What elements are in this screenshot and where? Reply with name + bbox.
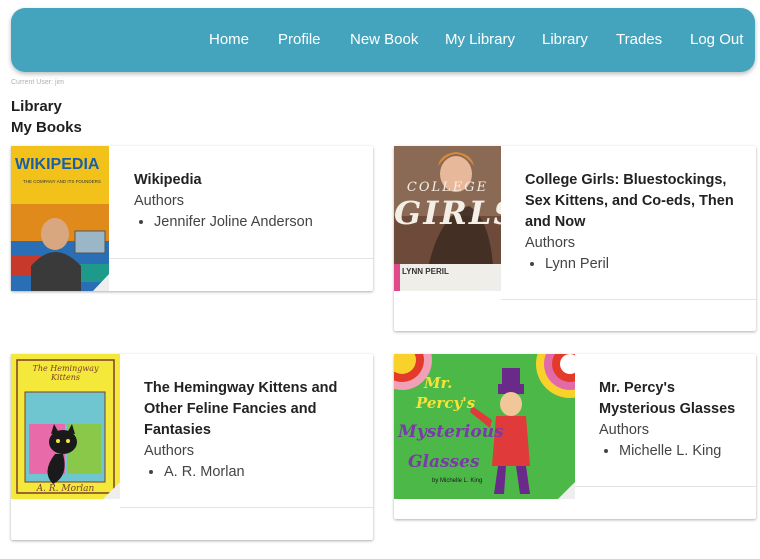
cover-title-line1: COLLEGE <box>406 180 489 195</box>
cover-title-line2: GIRLS <box>394 194 501 232</box>
cover-title-line3: Mysterious <box>398 422 504 442</box>
page-title: Library <box>11 98 62 115</box>
book-cover-image: COLLEGE GIRLS LYNN PERIL <box>394 146 501 291</box>
authors-label: Authors <box>134 193 184 209</box>
nav-library-link[interactable]: Library <box>542 8 588 72</box>
book-info: The Hemingway Kittens and Other Feline F… <box>144 378 366 483</box>
author-item: Michelle L. King <box>619 441 749 462</box>
cover-author-text: A. R. Morlan <box>36 484 95 494</box>
cover-subtitle-text: THE COMPANY AND ITS FOUNDERS <box>23 179 101 184</box>
nav-home-link[interactable]: Home <box>209 8 249 72</box>
authors-label: Authors <box>144 443 194 459</box>
cover-author-text: LYNN PERIL <box>402 267 449 276</box>
nav-logout-link[interactable]: Log Out <box>690 8 743 72</box>
card-divider <box>575 486 756 487</box>
card-divider <box>109 258 373 259</box>
book-card-college-girls[interactable]: COLLEGE GIRLS LYNN PERIL College Girls: … <box>394 146 756 331</box>
book-info: Mr. Percy's Mysterious Glasses Authors M… <box>599 378 749 462</box>
cover-title-line1: Mr. <box>424 374 453 392</box>
authors-label: Authors <box>599 422 649 438</box>
author-item: Jennifer Joline Anderson <box>154 212 366 233</box>
book-title: Wikipedia <box>134 172 202 188</box>
book-title: The Hemingway Kittens and Other Feline F… <box>144 380 338 438</box>
book-card-wikipedia[interactable]: WIKIPEDIA THE COMPANY AND ITS FOUNDERS W… <box>11 146 373 291</box>
top-navbar: Home Profile New Book My Library Library… <box>11 8 755 72</box>
book-title: Mr. Percy's Mysterious Glasses <box>599 380 736 417</box>
cover-title-text: The Hemingway Kittens <box>32 364 99 382</box>
current-user-label: Current User: jim <box>11 79 64 86</box>
cover-title-text: WIKIPEDIA <box>15 156 100 173</box>
nav-new-book-link[interactable]: New Book <box>350 8 418 72</box>
author-list: Lynn Peril <box>525 254 749 275</box>
card-divider <box>501 299 756 300</box>
book-card-hemingway-kittens[interactable]: The Hemingway Kittens A. R. Morlan The H… <box>11 354 373 540</box>
author-list: Jennifer Joline Anderson <box>134 212 366 233</box>
cover-author-text: by Michelle L. King <box>432 478 483 484</box>
nav-trades-link[interactable]: Trades <box>616 8 662 72</box>
author-list: A. R. Morlan <box>144 462 366 483</box>
author-item: Lynn Peril <box>545 254 749 275</box>
author-list: Michelle L. King <box>599 441 749 462</box>
book-cover-image: Mr. Percy's Mysterious Glasses by Michel… <box>394 354 575 499</box>
book-title: College Girls: Bluestockings, Sex Kitten… <box>525 172 734 230</box>
nav-profile-link[interactable]: Profile <box>278 8 321 72</box>
book-cover-image: The Hemingway Kittens A. R. Morlan <box>11 354 120 499</box>
book-info: Wikipedia Authors Jennifer Joline Anders… <box>134 170 366 233</box>
book-card-mr-percys-glasses[interactable]: Mr. Percy's Mysterious Glasses by Michel… <box>394 354 756 519</box>
card-divider <box>120 507 373 508</box>
cover-title-line4: Glasses <box>408 452 480 472</box>
book-cover-image: WIKIPEDIA THE COMPANY AND ITS FOUNDERS <box>11 146 109 291</box>
cover-title-line2: Percy's <box>416 394 476 412</box>
book-info: College Girls: Bluestockings, Sex Kitten… <box>525 170 749 275</box>
authors-label: Authors <box>525 235 575 251</box>
nav-my-library-link[interactable]: My Library <box>445 8 515 72</box>
page-subtitle: My Books <box>11 119 82 136</box>
author-item: A. R. Morlan <box>164 462 366 483</box>
